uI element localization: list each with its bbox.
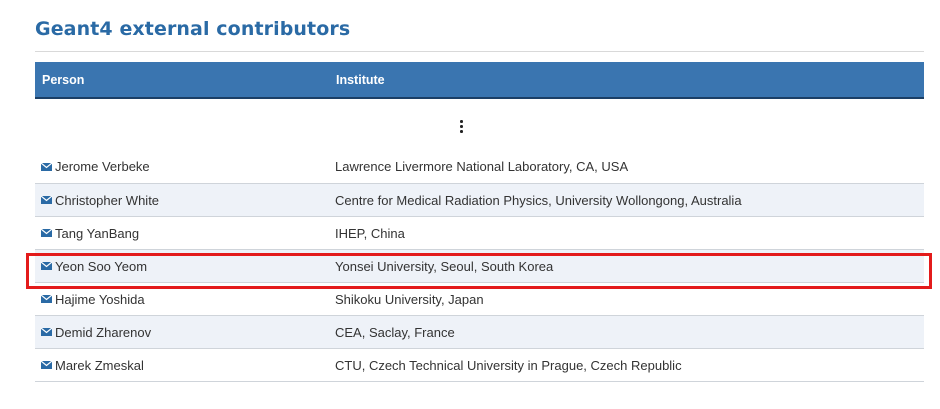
institute-name: IHEP, China	[335, 225, 405, 241]
envelope-icon	[41, 361, 52, 369]
omitted-rows-indicator	[35, 99, 924, 150]
institute-name: Lawrence Livermore National Laboratory, …	[335, 159, 629, 174]
person-link[interactable]: Marek Zmeskal	[35, 358, 335, 373]
title-divider	[35, 51, 924, 52]
envelope-icon	[41, 196, 52, 204]
institute-name: CEA, Saclay, France	[335, 324, 455, 340]
table-row: Marek Zmeskal CTU, Czech Technical Unive…	[35, 349, 924, 382]
person-link[interactable]: Christopher White	[35, 193, 335, 208]
envelope-icon	[41, 162, 52, 171]
person-name: Demid Zharenov	[55, 324, 152, 340]
person-link[interactable]: Jerome Verbeke	[35, 159, 335, 174]
table-body: Jerome Verbeke Lawrence Livermore Nation…	[35, 150, 924, 382]
table-row: Demid Zharenov CEA, Saclay, France	[35, 316, 924, 349]
person-name: Christopher White	[55, 192, 160, 208]
person-link[interactable]: Yeon Soo Yeom	[35, 259, 335, 274]
person-name: Marek Zmeskal	[55, 357, 144, 373]
envelope-icon	[41, 262, 52, 270]
page-title: Geant4 external contributors	[35, 18, 351, 40]
person-name: Jerome Verbeke	[55, 159, 150, 174]
table-row-highlighted: Yeon Soo Yeom Yonsei University, Seoul, …	[35, 250, 924, 283]
envelope-icon	[41, 295, 52, 303]
table-row: Christopher White Centre for Medical Rad…	[35, 184, 924, 217]
table-row: Hajime Yoshida Shikoku University, Japan	[35, 283, 924, 316]
person-link[interactable]: Hajime Yoshida	[35, 292, 335, 307]
institute-name: Shikoku University, Japan	[335, 291, 484, 307]
page: Geant4 external contributors Person Inst…	[0, 0, 940, 409]
person-name: Yeon Soo Yeom	[55, 258, 148, 274]
header-person: Person	[42, 72, 85, 87]
envelope-icon	[41, 229, 52, 237]
institute-name: CTU, Czech Technical University in Pragu…	[335, 357, 682, 373]
table-header: Person Institute	[35, 62, 924, 99]
header-institute: Institute	[336, 72, 385, 87]
vertical-ellipsis-icon	[453, 118, 469, 136]
person-link[interactable]: Demid Zharenov	[35, 325, 335, 340]
table-row: Jerome Verbeke Lawrence Livermore Nation…	[35, 150, 924, 184]
table-row: Tang YanBang IHEP, China	[35, 217, 924, 250]
person-name: Hajime Yoshida	[55, 291, 145, 307]
institute-name: Yonsei University, Seoul, South Korea	[335, 258, 554, 274]
person-name: Tang YanBang	[55, 225, 140, 241]
institute-name: Centre for Medical Radiation Physics, Un…	[335, 192, 742, 208]
person-link[interactable]: Tang YanBang	[35, 226, 335, 241]
envelope-icon	[41, 328, 52, 336]
contributors-table: Person Institute Jerome Verbeke Lawrence…	[35, 62, 924, 382]
